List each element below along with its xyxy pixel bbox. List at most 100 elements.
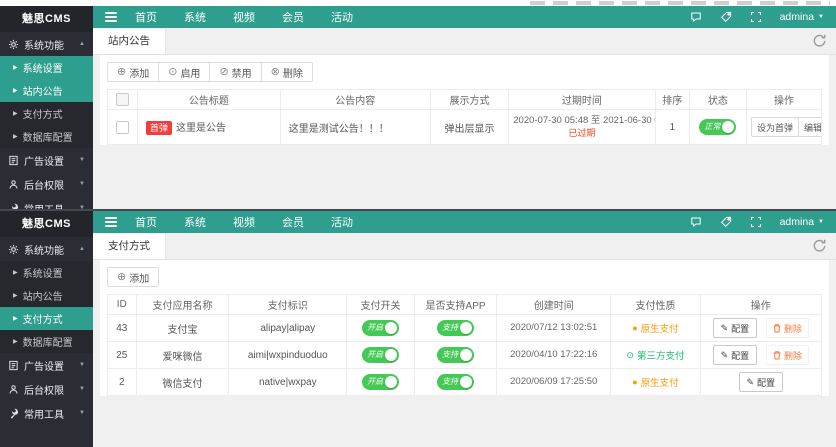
sidebar-group-label: 系统功能 [24, 245, 64, 257]
fullscreen-icon[interactable] [750, 216, 762, 228]
nature-label: 原生支付 [640, 324, 679, 335]
arrow-right-icon: ▶ [13, 339, 18, 345]
tag-icon[interactable] [720, 216, 732, 228]
add-button[interactable]: ⊕ 添加 [107, 62, 160, 82]
edit-button[interactable]: 编辑 [798, 117, 821, 137]
refresh-icon[interactable] [812, 33, 827, 48]
switch-toggle[interactable]: 开启 [362, 320, 400, 336]
nav-item-video[interactable]: 视频 [233, 9, 255, 25]
sidebar-item-announcements[interactable]: ▶ 站内公告 [0, 79, 93, 102]
sidebar-item-payments[interactable]: ▶ 支付方式 [0, 307, 93, 330]
sidebar-item-announcements[interactable]: ▶ 站内公告 [0, 284, 93, 307]
row-checkbox[interactable] [115, 120, 129, 134]
pencil-icon: ✎ [720, 349, 729, 360]
announcements-toolbar: ⊕ 添加 ⊙ 启用 ⊘ 禁用 ⊗ 删除 [107, 62, 822, 82]
toggle-label: 开启 [367, 350, 384, 359]
sort-value: 1 [654, 109, 690, 145]
document-icon [9, 360, 18, 370]
config-button[interactable]: ✎ 配置 [712, 318, 758, 338]
document-icon [9, 155, 18, 165]
col-ops: 操作 [699, 294, 823, 315]
sidebar-group-ads[interactable]: 广告设置 ▼ [0, 148, 93, 172]
top-navbar: 首页 系统 视频 会员 活动 admina ▼ [93, 211, 836, 233]
sidebar-group-permissions[interactable]: 后台权限 ▼ [0, 172, 93, 196]
nav-item-system[interactable]: 系统 [184, 214, 206, 230]
announcements-screen: 魅思CMS 系统功能 ▲ ▶ 系统设置 ▶ 站内公告 ▶ 支付方式 ▶ 数据库配置 广告… [0, 0, 836, 216]
refresh-icon[interactable] [812, 238, 827, 253]
select-all-checkbox[interactable] [115, 93, 129, 106]
disable-button[interactable]: ⊘ 禁用 [209, 62, 262, 82]
app-support-toggle[interactable]: 支持 [437, 347, 475, 363]
sidebar-item-label: 系统设置 [22, 269, 63, 280]
sidebar: 魅思CMS 系统功能 ▲ ▶ 系统设置 ▶ 站内公告 ▶ 支付方式 ▶ 数据库配置 广告… [0, 211, 93, 447]
hamburger-icon[interactable] [105, 215, 117, 229]
sidebar-item-label: 数据库配置 [22, 338, 73, 349]
payment-code: native|wxpay [228, 368, 348, 396]
button-label: 添加 [129, 68, 150, 80]
payment-name: 爱咪微信 [135, 341, 230, 369]
sidebar-item-system-settings[interactable]: ▶ 系统设置 [0, 56, 93, 79]
tab-payments[interactable]: 支付方式 [93, 234, 166, 259]
sidebar-group-tools[interactable]: 常用工具 ▼ [0, 401, 93, 425]
col-name: 支付应用名称 [135, 294, 230, 315]
add-button[interactable]: ⊕ 添加 [107, 267, 160, 287]
config-button[interactable]: ✎ 配置 [712, 345, 758, 365]
content-area: ⊕ 添加 ID 支付应用名称 支付标识 支付开关 是否支持APP 创建时间 支付… [93, 260, 836, 447]
nav-item-member[interactable]: 会员 [282, 9, 304, 25]
nav-item-member[interactable]: 会员 [282, 214, 304, 230]
delete-row-button[interactable]: 删除 [765, 345, 809, 365]
app-support-toggle[interactable]: 支持 [437, 320, 475, 336]
sidebar-item-payments[interactable]: ▶ 支付方式 [0, 102, 93, 125]
nav-item-activity[interactable]: 活动 [331, 214, 353, 230]
col-ops: 操作 [745, 89, 823, 110]
nav-item-home[interactable]: 首页 [135, 9, 157, 25]
payment-nature: ● 原生支付 [632, 321, 678, 335]
caret-up-icon: ▲ [79, 41, 85, 47]
nav-item-video[interactable]: 视频 [233, 214, 255, 230]
toggle-label: 开启 [367, 377, 384, 386]
dot-icon: ● [632, 322, 638, 333]
trash-icon [773, 323, 781, 332]
sidebar-item-database[interactable]: ▶ 数据库配置 [0, 330, 93, 353]
app-support-toggle[interactable]: 支持 [437, 374, 475, 390]
nav-item-home[interactable]: 首页 [135, 214, 157, 230]
delete-button[interactable]: ⊗ 删除 [260, 62, 313, 82]
fullscreen-icon[interactable] [750, 11, 762, 23]
user-dropdown[interactable]: admina ▼ [780, 216, 824, 228]
sidebar-item-database[interactable]: ▶ 数据库配置 [0, 125, 93, 148]
arrow-right-icon: ▶ [13, 293, 18, 299]
col-switch: 支付开关 [346, 294, 415, 315]
caret-down-icon: ▼ [79, 362, 85, 368]
hamburger-icon[interactable] [105, 10, 117, 24]
sidebar-group-label: 广告设置 [24, 361, 64, 373]
sidebar-group-permissions[interactable]: 后台权限 ▼ [0, 377, 93, 401]
button-label: 配置 [731, 350, 750, 361]
arrow-right-icon: ▶ [13, 270, 18, 276]
delete-row-button[interactable]: 删除 [765, 318, 809, 338]
message-icon[interactable] [690, 216, 702, 228]
sidebar-group-label: 广告设置 [24, 156, 64, 168]
user-dropdown[interactable]: admina ▼ [780, 11, 824, 23]
enable-button[interactable]: ⊙ 启用 [158, 62, 211, 82]
set-first-button[interactable]: 设为首弹 [750, 117, 799, 137]
display-mode: 弹出层显示 [429, 109, 510, 145]
nav-item-system[interactable]: 系统 [184, 9, 206, 25]
switch-toggle[interactable]: 开启 [362, 347, 400, 363]
cropped-tab-remnants [530, 1, 830, 5]
sidebar-group-system[interactable]: 系统功能 ▲ [0, 237, 93, 261]
cross-circle-icon: ⊗ [270, 65, 280, 78]
nav-item-activity[interactable]: 活动 [331, 9, 353, 25]
tag-icon[interactable] [720, 11, 732, 23]
status-toggle[interactable]: 正常 [699, 119, 737, 135]
sidebar-item-system-settings[interactable]: ▶ 系统设置 [0, 261, 93, 284]
sidebar-group-system[interactable]: 系统功能 ▲ [0, 32, 93, 56]
toggle-label: 支持 [442, 350, 459, 359]
sidebar-group-ads[interactable]: 广告设置 ▼ [0, 353, 93, 377]
switch-toggle[interactable]: 开启 [362, 374, 400, 390]
message-icon[interactable] [690, 11, 702, 23]
tab-announcements[interactable]: 站内公告 [93, 29, 166, 54]
button-label: 启用 [180, 68, 201, 80]
col-title: 公告标题 [136, 89, 281, 110]
config-button[interactable]: ✎ 配置 [738, 372, 784, 392]
username: admina [779, 11, 815, 23]
